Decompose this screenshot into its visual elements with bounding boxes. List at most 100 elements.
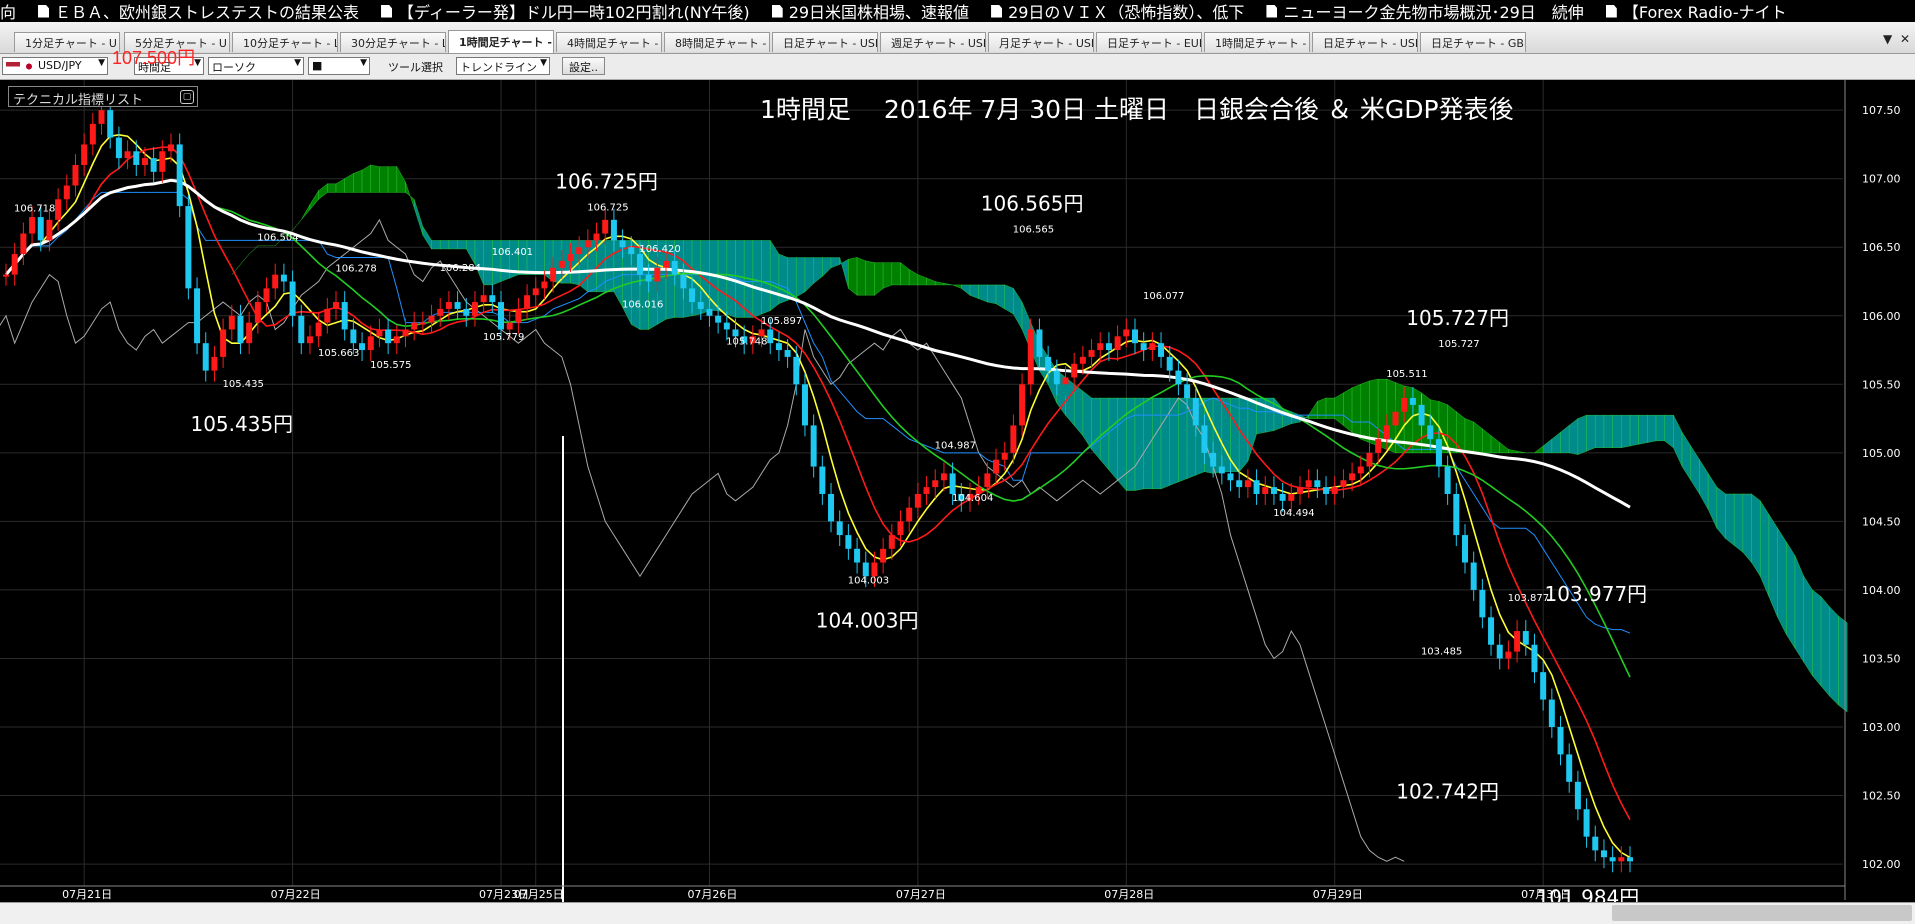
close-all-tabs-icon[interactable]: ✕ — [1900, 32, 1910, 46]
price-axis-label: 104.00 — [1862, 584, 1901, 597]
close-tab-icon[interactable]: ✕ — [1306, 36, 1309, 49]
price-point-label: 103.485 — [1421, 647, 1462, 658]
horizontal-scrollbar[interactable] — [0, 902, 1915, 924]
ichimoku-cloud — [1499, 441, 1509, 454]
chart-tab[interactable]: 10分足チャート - L✕ — [232, 32, 338, 52]
candle-body — [706, 308, 713, 316]
chart-tab[interactable]: 1時間足チャート -✕ — [1204, 32, 1310, 52]
candle-body — [29, 217, 36, 234]
candle-body — [1566, 754, 1573, 782]
ichimoku-cloud — [1742, 493, 1752, 564]
candle-body — [168, 144, 175, 152]
ichimoku-cloud — [830, 257, 841, 269]
scrollbar-thumb[interactable] — [1612, 905, 1912, 921]
close-tab-icon[interactable]: ✕ — [227, 36, 229, 49]
technical-indicator-list[interactable]: テクニカル指標リスト ▢ — [8, 86, 198, 108]
news-item[interactable]: 【Forex Radio-ナイト — [1605, 0, 1787, 22]
candle-body — [72, 164, 79, 186]
chart-type-select[interactable]: ローソク ▼ — [208, 57, 304, 75]
news-item-text: 【ディーラー発】ドル円一時102円割れ(NY午後) — [398, 3, 750, 22]
candle-body — [550, 267, 557, 282]
ichimoku-cloud — [1464, 418, 1474, 454]
chart-tab[interactable]: 日足チャート - GBI✕ — [1420, 32, 1526, 52]
ichimoku-cloud — [439, 240, 450, 250]
tab-list-dropdown-icon[interactable]: ▼ — [1883, 32, 1892, 46]
candle-body — [55, 199, 62, 220]
news-item[interactable]: 【ディーラー発】ドル円一時102円割れ(NY午後) — [381, 0, 750, 22]
news-item[interactable]: ニューヨーク金先物市場概況･29日 続伸 — [1266, 0, 1584, 22]
ichimoku-cloud — [1716, 486, 1726, 540]
price-axis-label: 104.50 — [1862, 515, 1901, 528]
close-tab-icon[interactable]: ✕ — [552, 36, 553, 49]
price-point-label: 106.401 — [492, 247, 533, 258]
candle-body — [680, 274, 687, 289]
chart-style-select[interactable]: ■ ▼ — [308, 57, 370, 75]
panel-toggle-icon[interactable]: ▢ — [180, 90, 194, 104]
chart-title: 1時間足 2016年 7月 30日 土曜日 日銀会合後 ＆ 米GDP発表後 — [760, 95, 1514, 124]
ichimoku-cloud — [908, 268, 919, 286]
candle-body — [1201, 425, 1208, 453]
news-item[interactable]: ＥＢＡ、欧州銀ストレステストの結果公表 — [38, 0, 359, 22]
chart-tab[interactable]: 週足チャート - USI✕ — [880, 32, 986, 52]
candle-body — [254, 302, 261, 323]
candle-body — [194, 288, 201, 344]
candle-body — [1461, 535, 1468, 563]
candle-body — [237, 315, 244, 344]
settings-button[interactable]: 設定.. — [562, 57, 605, 75]
chart-tab[interactable]: 4時間足チャート -✕ — [556, 32, 662, 52]
candle-body — [1279, 493, 1286, 501]
time-axis-label: 07月27日 — [896, 888, 946, 901]
candle-body — [411, 322, 418, 330]
ichimoku-cloud — [1490, 435, 1501, 454]
candle-body — [932, 480, 939, 488]
price-axis-label: 106.00 — [1862, 310, 1901, 323]
chart-tab[interactable]: 月足チャート - USI✕ — [988, 32, 1094, 52]
ichimoku-cloud — [848, 257, 858, 296]
news-item[interactable]: 29日のＶＩＸ（恐怖指数）、低下 — [991, 0, 1244, 22]
ichimoku-cloud — [604, 240, 615, 293]
candle-body — [1166, 356, 1173, 371]
tool-select[interactable]: トレンドライン ▼ — [456, 57, 550, 75]
candle-body — [341, 302, 348, 330]
currency-pair-select[interactable]: USD/JPY ▼ — [2, 57, 108, 75]
ichimoku-cloud — [1681, 431, 1692, 482]
chart-tab[interactable]: 8時間足チャート -✕ — [664, 32, 770, 52]
close-tab-icon[interactable]: ✕ — [766, 36, 769, 49]
chart-tab[interactable]: 日足チャート - USI✕ — [1312, 32, 1418, 52]
chart-tab-label: 1時間足チャート - — [459, 36, 552, 49]
price-axis-label: 102.50 — [1862, 790, 1901, 803]
chart-tab[interactable]: 1分足チャート - U✕ — [14, 32, 120, 52]
ichimoku-cloud — [1612, 414, 1622, 449]
ichimoku-cloud — [1629, 414, 1639, 447]
candle-body — [211, 356, 218, 371]
chart-tab[interactable]: 1時間足チャート -✕ — [448, 30, 554, 53]
candle-body — [1435, 439, 1442, 467]
candle-body — [202, 343, 209, 371]
candle-body — [1418, 404, 1425, 426]
candle-body — [1114, 336, 1121, 351]
document-icon — [1266, 4, 1278, 18]
candle-body — [1557, 726, 1564, 755]
ichimoku-cloud — [1699, 458, 1709, 511]
ichimoku-cloud — [422, 225, 432, 250]
candle-body — [324, 308, 331, 323]
chart-tab[interactable]: 日足チャート - EUF✕ — [1096, 32, 1202, 52]
candle-body — [619, 240, 626, 248]
candle-body — [289, 281, 296, 316]
news-item[interactable]: 29日米国株相場、速報値 — [771, 0, 969, 22]
close-tab-icon[interactable]: ✕ — [658, 36, 661, 49]
price-chart[interactable]: 107.50 107.00 106.50 106.00 105.50 105.00 104.… — [0, 80, 1915, 902]
candle-body — [246, 322, 253, 344]
ichimoku-cloud — [465, 240, 476, 266]
candle-body — [880, 548, 887, 563]
candle-body — [1383, 425, 1390, 440]
ichimoku-cloud — [292, 219, 302, 231]
sma-mid-line — [5, 146, 1631, 821]
chart-tab[interactable]: 30分足チャート - L✕ — [340, 32, 446, 52]
candle-body — [359, 343, 366, 351]
us-flag-icon — [6, 61, 20, 71]
ichimoku-cloud — [900, 262, 910, 286]
chart-tab[interactable]: 日足チャート - USI✕ — [772, 32, 878, 52]
candle-body — [1053, 370, 1060, 385]
news-item[interactable]: 向 — [0, 0, 16, 22]
